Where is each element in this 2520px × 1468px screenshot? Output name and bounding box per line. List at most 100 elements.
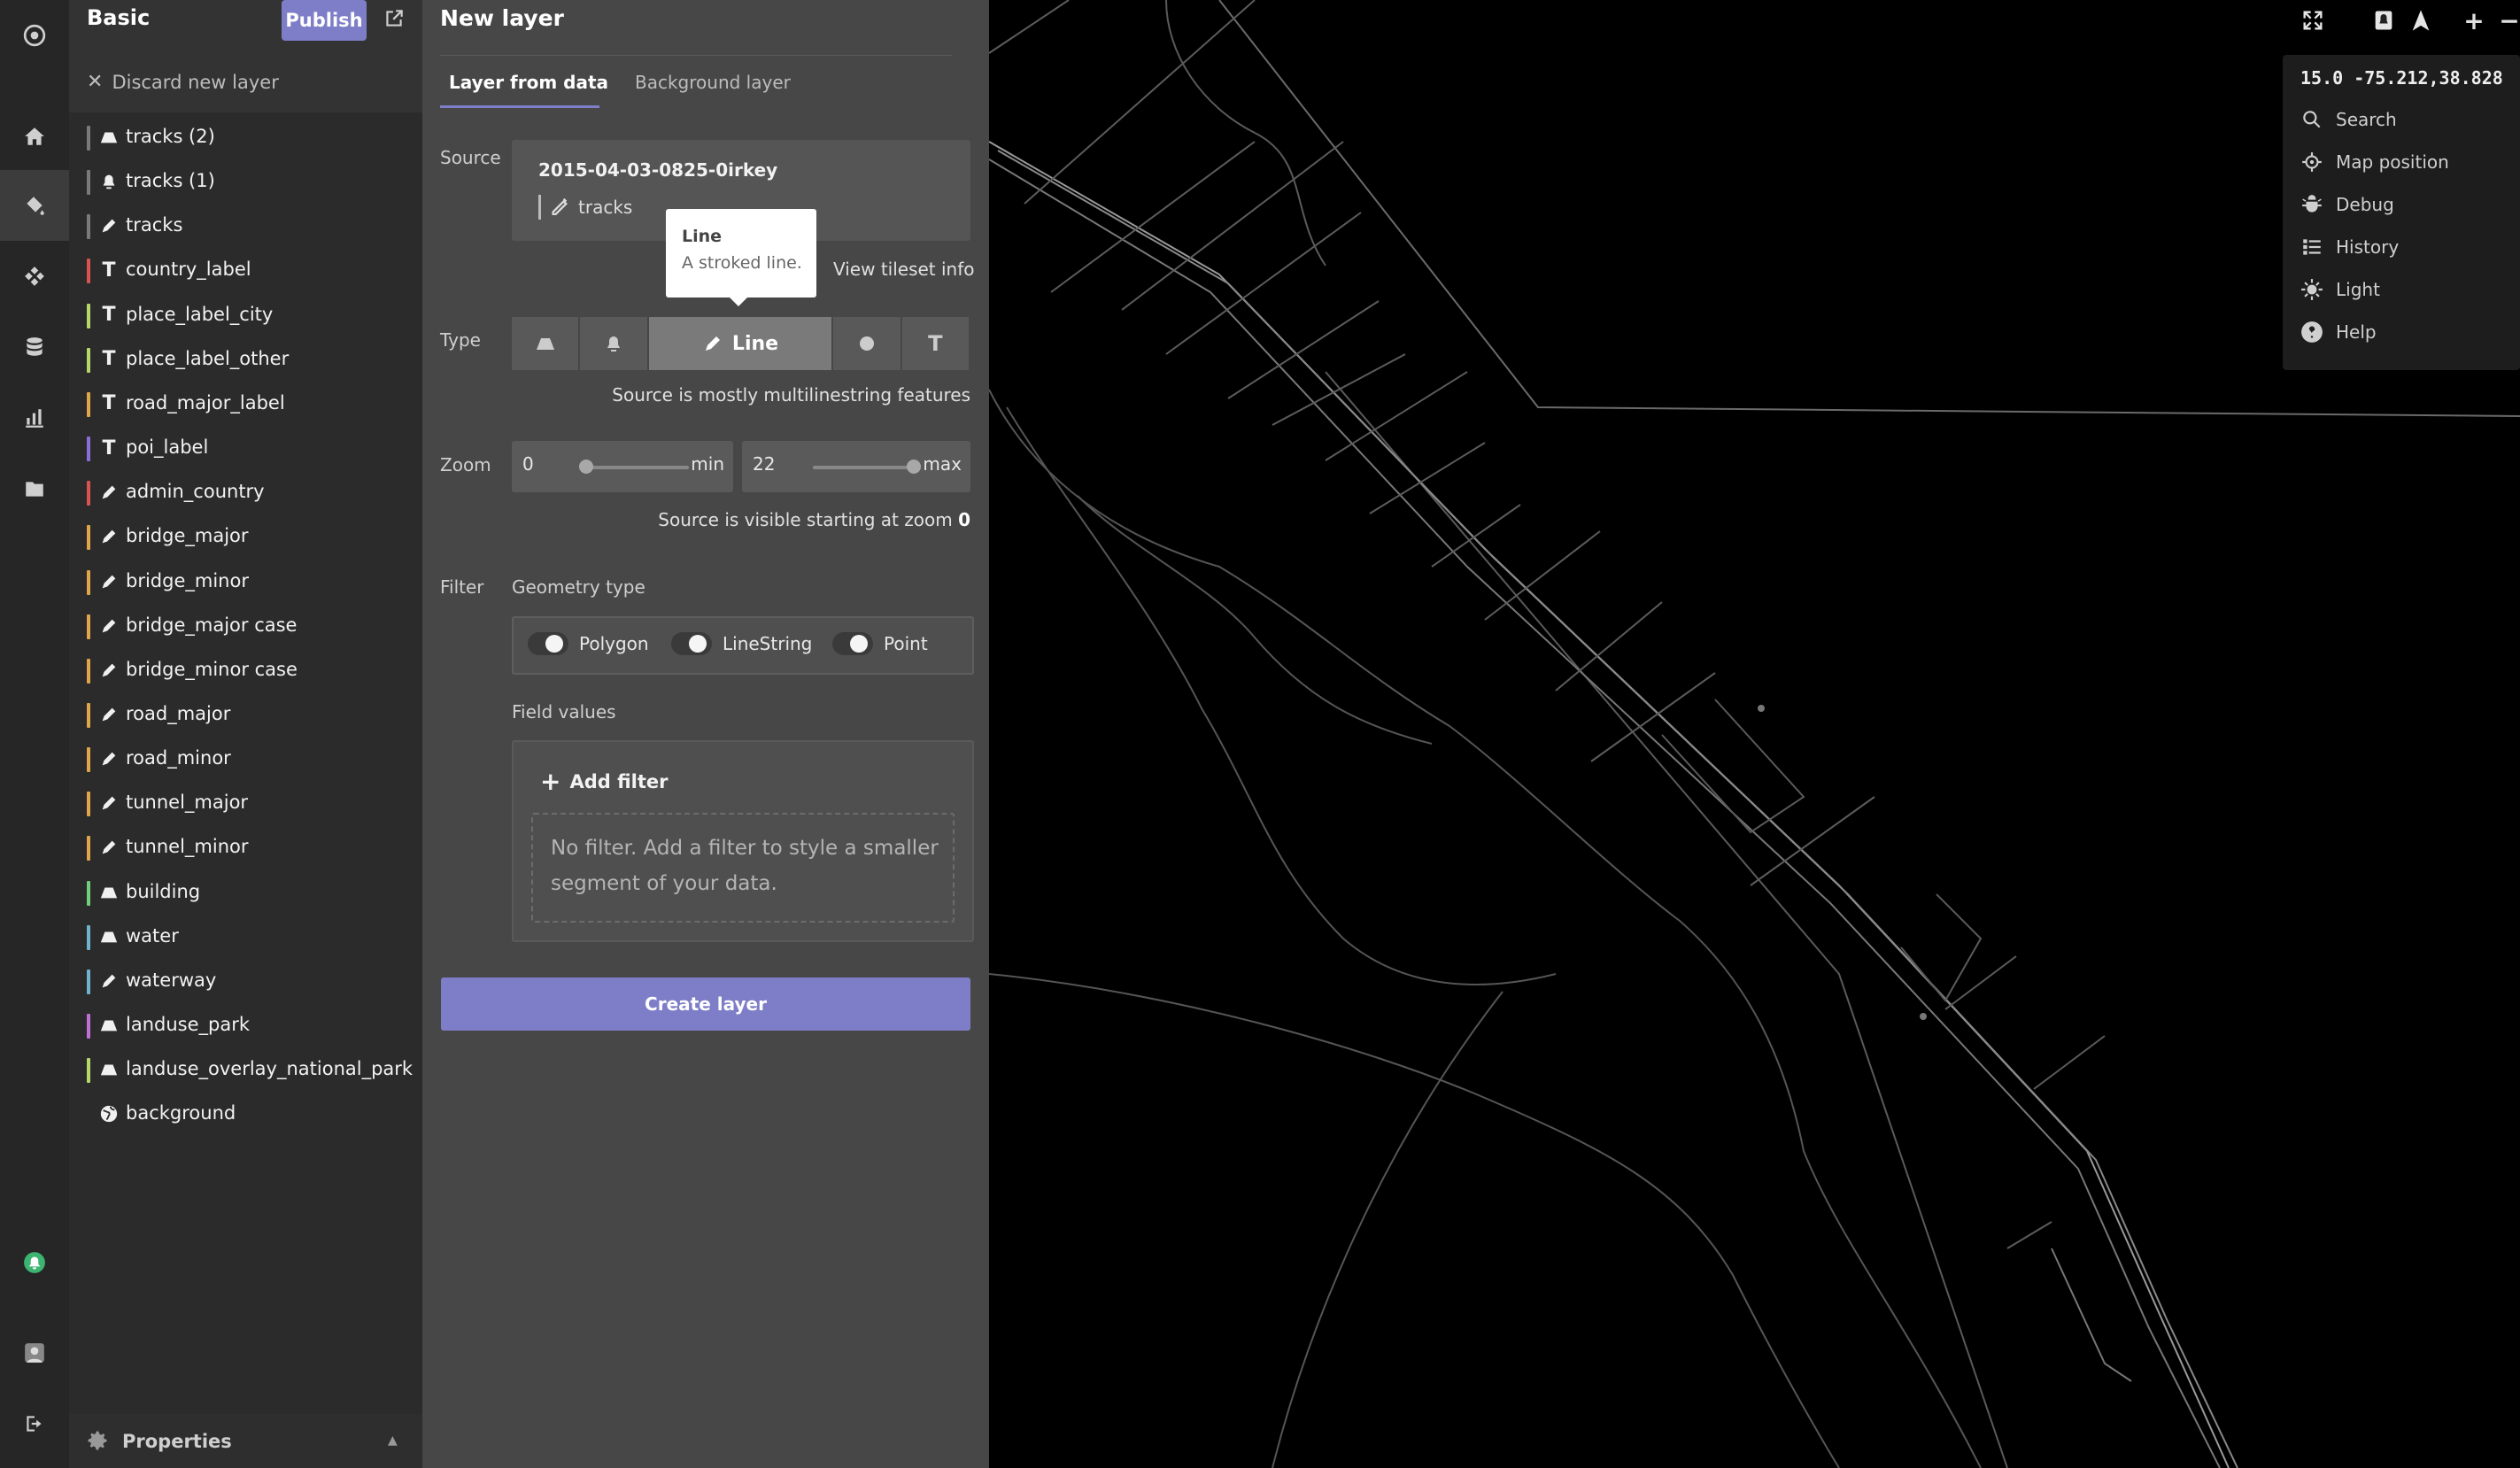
type-circle-button[interactable]	[833, 317, 901, 370]
polygon-layer-icon	[97, 881, 120, 904]
layer-color-bar	[87, 702, 90, 728]
add-filter-button[interactable]: + Add filter	[540, 767, 669, 796]
linestring-toggle-switch[interactable]	[671, 632, 712, 655]
zoom-min-track[interactable]	[583, 466, 689, 469]
type-text-button[interactable]: T	[901, 317, 969, 370]
tab-background-layer[interactable]: Background layer	[635, 72, 791, 93]
layer-row[interactable]: landuse_overlay_national_park	[69, 1047, 422, 1092]
bar-chart-icon[interactable]	[0, 382, 69, 453]
zoom-max-track[interactable]	[813, 466, 919, 469]
logo-icon[interactable]	[0, 0, 69, 71]
fullscreen-icon[interactable]	[2293, 0, 2332, 41]
linestring-toggle[interactable]: LineString	[671, 632, 812, 655]
tool-debug[interactable]: Debug	[2300, 193, 2394, 216]
tab-layer-from-data[interactable]: Layer from data	[449, 72, 608, 93]
layer-name: bridge_major case	[126, 614, 298, 636]
folder-icon[interactable]	[0, 453, 69, 524]
type-symbol-button[interactable]	[580, 317, 647, 370]
polygon-toggle-switch[interactable]	[528, 632, 568, 655]
layer-row[interactable]: background	[69, 1092, 422, 1136]
layer-name: road_major_label	[126, 391, 285, 413]
tool-help[interactable]: Help	[2300, 321, 2377, 344]
sun-icon	[2301, 279, 2323, 300]
layer-name: bridge_minor	[126, 569, 249, 591]
layer-row[interactable]: landuse_park	[69, 1003, 422, 1047]
layer-row[interactable]: bridge_minor	[69, 560, 422, 604]
tool-map-position[interactable]: Map position	[2300, 151, 2449, 174]
layer-name: waterway	[126, 969, 217, 991]
layer-row[interactable]: Troad_major_label	[69, 382, 422, 426]
database-icon[interactable]	[0, 312, 69, 382]
crosshair-icon	[2302, 152, 2322, 172]
polygon-label: Polygon	[579, 633, 649, 654]
tooltip-title: Line	[682, 227, 723, 246]
tool-light[interactable]: Light	[2300, 278, 2380, 301]
properties-bar[interactable]: Properties ▲	[69, 1414, 422, 1468]
symbol-layer-icon	[97, 170, 120, 193]
type-fill-button[interactable]	[512, 317, 579, 370]
layer-row[interactable]: tunnel_major	[69, 781, 422, 825]
zoom-min-slider-handle[interactable]	[579, 460, 593, 474]
layer-color-bar	[87, 569, 90, 595]
polygon-layer-icon	[97, 1014, 120, 1037]
paint-bucket-icon[interactable]	[0, 170, 69, 241]
tool-light-label: Light	[2336, 279, 2380, 300]
layer-row[interactable]: water	[69, 915, 422, 959]
zoom-max-control[interactable]: 22 max	[742, 441, 970, 492]
layer-row[interactable]: bridge_major	[69, 514, 422, 559]
layer-row[interactable]: waterway	[69, 959, 422, 1003]
point-toggle-switch[interactable]	[832, 632, 873, 655]
panel-title: New layer	[440, 5, 564, 31]
tab-bar: Layer from data Background layer	[440, 55, 952, 109]
layer-row[interactable]: bridge_major case	[69, 604, 422, 648]
view-tileset-info-link[interactable]: View tileset info	[833, 259, 975, 280]
logout-icon[interactable]	[0, 1388, 69, 1459]
layer-row[interactable]: road_minor	[69, 737, 422, 781]
polygon-toggle[interactable]: Polygon	[528, 632, 649, 655]
gear-icon	[85, 1428, 110, 1456]
type-line-button[interactable]: Line	[648, 317, 832, 370]
zoom-out-button[interactable]: −	[2490, 0, 2520, 41]
layer-row[interactable]: tunnel_minor	[69, 825, 422, 869]
zoom-max-slider-handle[interactable]	[907, 460, 921, 474]
line-layer-icon	[97, 747, 120, 770]
layer-type-selector: Line T	[512, 317, 970, 370]
create-layer-button[interactable]: Create layer	[441, 977, 970, 1031]
layer-row[interactable]: tracks (2)	[69, 115, 422, 159]
tool-search[interactable]: Search	[2300, 108, 2397, 131]
line-layer-icon	[97, 970, 120, 993]
layer-row[interactable]: admin_country	[69, 470, 422, 514]
layer-row[interactable]: road_major	[69, 692, 422, 737]
layer-row[interactable]: Tcountry_label	[69, 248, 422, 292]
polygon-layer-icon	[97, 925, 120, 948]
discard-new-layer-button[interactable]: ✕ Discard new layer	[87, 71, 279, 93]
nodes-icon[interactable]	[0, 241, 69, 312]
avatar[interactable]	[0, 1317, 69, 1388]
chevron-up-icon[interactable]: ▲	[388, 1433, 398, 1448]
home-icon[interactable]	[0, 101, 69, 172]
external-link-icon[interactable]	[383, 7, 406, 30]
layer-row[interactable]: Tplace_label_city	[69, 293, 422, 337]
source-layer-name: tracks	[578, 197, 633, 218]
layer-row[interactable]: bridge_minor case	[69, 648, 422, 692]
source-layer[interactable]: tracks	[538, 195, 632, 220]
filter-label: Filter	[440, 576, 484, 598]
zoom-in-button[interactable]: +	[2454, 0, 2493, 41]
no-filter-text: No filter. Add a filter to style a small…	[551, 837, 939, 895]
layer-row[interactable]: building	[69, 870, 422, 915]
point-toggle[interactable]: Point	[832, 632, 928, 655]
publish-button[interactable]: Publish	[282, 0, 367, 41]
tool-history[interactable]: History	[2300, 236, 2399, 259]
compass-icon[interactable]	[2401, 0, 2440, 41]
notification-icon[interactable]	[0, 1227, 69, 1298]
layer-color-bar	[87, 170, 90, 196]
layer-color-bar	[87, 1014, 90, 1039]
layer-row[interactable]: Tpoi_label	[69, 426, 422, 470]
layer-color-bar	[87, 259, 90, 284]
line-layer-icon	[97, 570, 120, 593]
inspect-icon[interactable]	[2364, 0, 2403, 41]
zoom-min-control[interactable]: 0 min	[512, 441, 733, 492]
layer-row[interactable]: tracks (1)	[69, 159, 422, 204]
layer-row[interactable]: Tplace_label_other	[69, 337, 422, 382]
layer-row[interactable]: tracks	[69, 204, 422, 248]
